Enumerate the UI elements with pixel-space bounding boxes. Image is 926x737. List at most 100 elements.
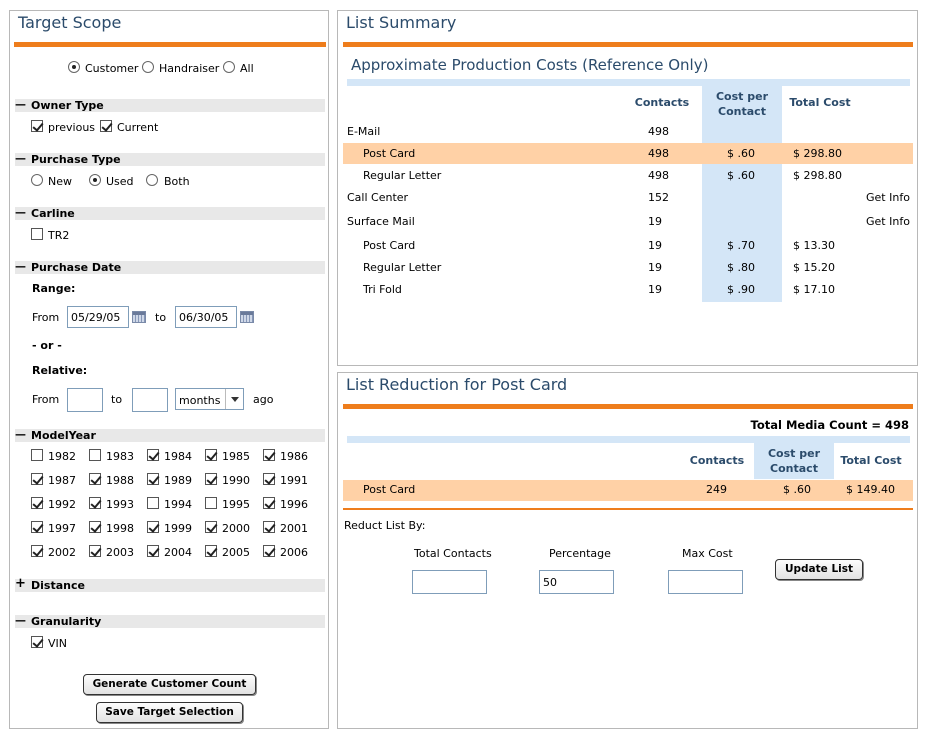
scope-handraiser-label: Handraiser xyxy=(159,62,220,75)
row-get-info[interactable]: Get Info xyxy=(866,191,910,204)
row-get-info[interactable]: Get Info xyxy=(866,215,910,228)
from-label: From xyxy=(32,311,60,324)
table-row: Regular Letter 19 $ .80 $ 15.20 xyxy=(343,257,913,278)
model-year-checkbox[interactable] xyxy=(263,497,275,509)
generate-customer-count-button[interactable]: Generate Customer Count xyxy=(83,674,256,695)
purchase-used-radio[interactable] xyxy=(89,174,101,186)
to-date-input[interactable] xyxy=(175,306,237,328)
model-year-checkbox[interactable] xyxy=(147,521,159,533)
model-year-checkbox[interactable] xyxy=(31,521,43,533)
model-year-checkbox[interactable] xyxy=(89,497,101,509)
total-contacts-label: Total Contacts xyxy=(414,547,492,560)
row-name: Post Card xyxy=(363,147,416,160)
contacts-header: Contacts xyxy=(634,96,690,109)
table-row: Surface Mail 19 Get Info xyxy=(343,211,913,232)
row-name: E-Mail xyxy=(347,125,381,138)
model-year-label: 1999 xyxy=(164,522,192,535)
model-year-label: 1997 xyxy=(48,522,76,535)
model-year-checkbox[interactable] xyxy=(89,473,101,485)
or-label: - or - xyxy=(32,339,62,352)
model-year-checkbox[interactable] xyxy=(205,545,217,557)
model-year-label: 2003 xyxy=(106,546,134,559)
model-year-checkbox[interactable] xyxy=(31,449,43,461)
scope-customer-radio[interactable] xyxy=(68,61,80,73)
model-year-checkbox[interactable] xyxy=(147,497,159,509)
row-contacts: 498 xyxy=(648,147,669,160)
model-year-checkbox[interactable] xyxy=(89,521,101,533)
collapse-icon[interactable]: — xyxy=(15,260,26,273)
row-total-cost: $ 17.10 xyxy=(793,283,835,296)
model-year-checkbox[interactable] xyxy=(263,521,275,533)
model-year-checkbox[interactable] xyxy=(89,449,101,461)
model-year-checkbox[interactable] xyxy=(31,497,43,509)
purchase-new-radio[interactable] xyxy=(31,174,43,186)
row-name: Regular Letter xyxy=(363,261,442,274)
model-year-checkbox[interactable] xyxy=(205,449,217,461)
relative-from-input[interactable] xyxy=(67,388,103,412)
model-year-label: 1988 xyxy=(106,474,134,487)
model-year-label: 2006 xyxy=(280,546,308,559)
max-cost-label: Max Cost xyxy=(682,547,733,560)
row-cost-per-contact: $ .60 xyxy=(727,147,755,160)
model-year-checkbox[interactable] xyxy=(89,545,101,557)
save-target-selection-button[interactable]: Save Target Selection xyxy=(96,702,243,723)
model-year-checkbox[interactable] xyxy=(147,473,159,485)
collapse-icon[interactable]: — xyxy=(15,206,26,219)
model-year-checkbox[interactable] xyxy=(263,545,275,557)
collapse-icon[interactable]: — xyxy=(15,152,26,165)
row-total-cost: $ 149.40 xyxy=(846,483,895,496)
model-year-checkbox[interactable] xyxy=(147,545,159,557)
calendar-icon[interactable] xyxy=(132,311,146,323)
owner-current-checkbox[interactable] xyxy=(100,120,112,132)
header-band xyxy=(347,79,910,86)
scope-all-radio[interactable] xyxy=(223,61,235,73)
model-year-checkbox[interactable] xyxy=(205,521,217,533)
relative-to-input[interactable] xyxy=(132,388,168,412)
total-contacts-input[interactable] xyxy=(412,570,487,594)
relative-to-label: to xyxy=(111,393,123,406)
collapse-icon[interactable]: — xyxy=(15,98,26,111)
row-cost-per-contact: $ .60 xyxy=(727,169,755,182)
purchase-both-radio[interactable] xyxy=(146,174,158,186)
scope-handraiser-radio[interactable] xyxy=(142,61,154,73)
collapse-icon[interactable]: — xyxy=(15,428,26,441)
model-year-checkbox[interactable] xyxy=(205,497,217,509)
time-unit-select[interactable]: months xyxy=(175,388,244,410)
model-year-checkbox[interactable] xyxy=(205,473,217,485)
model-year-checkbox[interactable] xyxy=(263,473,275,485)
row-total-cost: $ 13.30 xyxy=(793,239,835,252)
carline-tr2-checkbox[interactable] xyxy=(31,228,43,240)
model-year-label: 1991 xyxy=(280,474,308,487)
section-label: Purchase Date xyxy=(31,261,122,274)
percentage-input[interactable] xyxy=(539,570,614,594)
model-year-label: 2001 xyxy=(280,522,308,535)
distance-header: + Distance xyxy=(15,577,325,592)
model-year-header: — ModelYear xyxy=(15,428,325,442)
ago-label: ago xyxy=(253,393,274,406)
update-list-button[interactable]: Update List xyxy=(775,559,863,580)
collapse-icon[interactable]: — xyxy=(15,614,26,627)
row-total-cost: $ 15.20 xyxy=(793,261,835,274)
cost-per-contact-header: Cost per Contact xyxy=(767,447,821,475)
section-label: Purchase Type xyxy=(31,153,121,166)
owner-current-label: Current xyxy=(117,121,159,134)
model-year-label: 1998 xyxy=(106,522,134,535)
model-year-checkbox[interactable] xyxy=(263,449,275,461)
divider xyxy=(343,404,913,409)
table-row: Call Center 152 Get Info xyxy=(343,187,913,208)
model-year-checkbox[interactable] xyxy=(31,473,43,485)
chevron-down-icon[interactable] xyxy=(225,389,243,409)
row-contacts: 152 xyxy=(648,191,669,204)
calendar-icon[interactable] xyxy=(240,311,254,323)
max-cost-input[interactable] xyxy=(668,570,743,594)
total-media-count: Total Media Count = 498 xyxy=(750,418,909,432)
expand-icon[interactable]: + xyxy=(15,577,26,590)
model-year-checkbox[interactable] xyxy=(147,449,159,461)
granularity-vin-checkbox[interactable] xyxy=(31,636,43,648)
row-contacts: 19 xyxy=(648,215,662,228)
row-contacts: 249 xyxy=(706,483,727,496)
model-year-checkbox[interactable] xyxy=(31,545,43,557)
owner-previous-checkbox[interactable] xyxy=(31,120,43,132)
from-date-input[interactable] xyxy=(67,306,129,328)
table-row: Post Card 249 $ .60 $ 149.40 xyxy=(343,480,913,501)
